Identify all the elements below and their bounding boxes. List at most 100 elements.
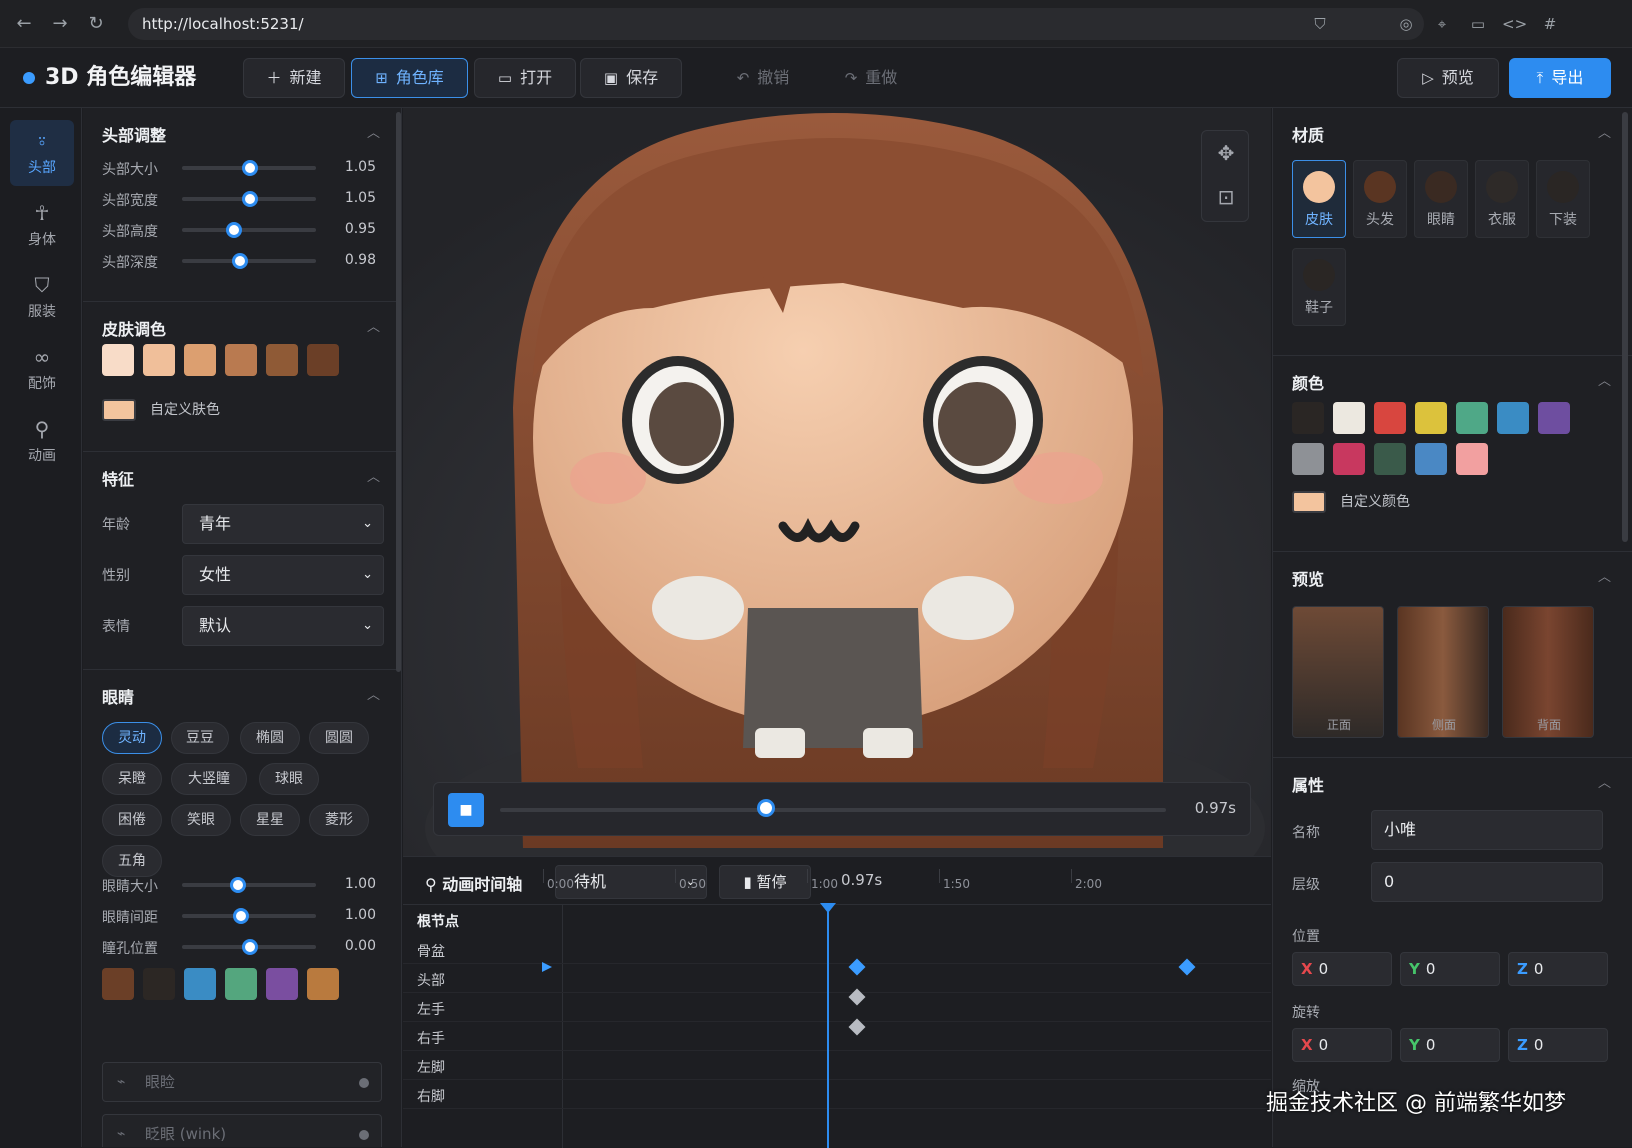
back-arrow-icon[interactable]: ← [12,12,36,36]
slider-thumb[interactable] [242,939,259,955]
eye-style-chip[interactable]: 呆瞪 [102,763,162,795]
nav-body[interactable]: ☥ 身体 [10,192,74,258]
custom-color-box[interactable] [102,399,136,421]
eye-style-chip[interactable]: 球眼 [259,763,319,795]
pointer-icon[interactable]: ⌖ [1430,12,1454,36]
eye-style-chip[interactable]: 菱形 [309,804,369,836]
slider-thumb[interactable] [231,253,248,269]
name-input[interactable]: 小唯 [1371,810,1603,850]
wink-toggle[interactable]: ⌁ 眨眼 (wink) [102,1114,382,1147]
position-z[interactable]: Z0 [1508,952,1608,986]
eye-style-chip[interactable]: 星星 [240,804,300,836]
nav-clothing[interactable]: ⛉ 服装 [10,264,74,330]
slider-thumb[interactable] [232,908,249,924]
open-button[interactable]: ▭ 打开 [474,58,576,98]
eye-color-swatch[interactable] [102,968,134,1000]
preview-front[interactable]: 正面 [1292,606,1384,738]
shield-icon[interactable]: ⛉ [1308,12,1332,36]
skin-swatch[interactable] [225,344,257,376]
feature-select[interactable]: 默认 ⌄ [182,606,384,646]
skin-swatch[interactable] [307,344,339,376]
collapse-chevron-icon[interactable]: ︿ [1598,566,1611,585]
color-swatch[interactable] [1456,402,1488,434]
rotation-x[interactable]: X0 [1292,1028,1392,1062]
color-swatch[interactable] [1333,443,1365,475]
pause-button[interactable]: ▮ 暂停 [719,865,811,899]
collapse-chevron-icon[interactable]: ︿ [1598,370,1611,389]
forward-arrow-icon[interactable]: → [48,12,72,36]
feature-select[interactable]: 女性 ⌄ [182,555,384,595]
reload-icon[interactable]: ↻ [84,12,108,36]
skin-swatch[interactable] [102,344,134,376]
collapse-chevron-icon[interactable]: ︿ [1598,772,1611,791]
slider-thumb[interactable] [226,222,243,238]
playhead[interactable] [827,905,829,1148]
right-scrollbar[interactable] [1622,112,1628,542]
undo-button[interactable]: ↶ 撤销 [712,58,814,98]
collapse-chevron-icon[interactable]: ︿ [367,466,380,485]
skin-swatch[interactable] [184,344,216,376]
track-row[interactable]: 右脚 [403,1080,1271,1109]
slider-track[interactable] [182,883,316,887]
skin-swatch[interactable] [266,344,298,376]
material-item[interactable]: 下装 [1536,160,1590,238]
track-row[interactable]: 左脚 [403,1051,1271,1080]
compass-icon[interactable]: ◎ [1394,12,1418,36]
eye-style-chip[interactable]: 椭圆 [240,722,300,754]
color-swatch[interactable] [1538,402,1570,434]
nav-head[interactable]: ⍤ 头部 [10,120,74,186]
eye-color-swatch[interactable] [184,968,216,1000]
preview-side[interactable]: 侧面 [1397,606,1489,738]
layer-input[interactable]: 0 [1371,862,1603,902]
frame-icon[interactable]: ⊡ [1202,175,1250,219]
track-row[interactable]: 骨盆 [403,935,1271,964]
track-row[interactable]: 左手 [403,993,1271,1022]
color-swatch[interactable] [1415,443,1447,475]
feature-select[interactable]: 青年 ⌄ [182,504,384,544]
custom-color-box[interactable] [1292,491,1326,513]
slider-thumb[interactable] [242,160,259,176]
material-item[interactable]: 眼睛 [1414,160,1468,238]
material-item[interactable]: 衣服 [1475,160,1529,238]
rotation-y[interactable]: Y0 [1400,1028,1500,1062]
preview-back[interactable]: 背面 [1502,606,1594,738]
eye-style-chip[interactable]: 圆圆 [309,722,369,754]
slider-thumb[interactable] [242,191,259,207]
preview-button[interactable]: ▷ 预览 [1397,58,1499,98]
position-y[interactable]: Y0 [1400,952,1500,986]
color-swatch[interactable] [1374,443,1406,475]
nav-accessories[interactable]: ∞ 配饰 [10,336,74,402]
hash-icon[interactable]: # [1538,12,1562,36]
custom-skin-color[interactable]: 自定义肤色 [102,398,252,422]
collapse-chevron-icon[interactable]: ︿ [367,122,380,141]
new-button[interactable]: ＋新建 [243,58,345,98]
playback-thumb[interactable] [757,799,776,817]
eye-color-swatch[interactable] [307,968,339,1000]
eye-color-swatch[interactable] [143,968,175,1000]
move-icon[interactable]: ✥ [1202,131,1250,175]
eyelid-toggle[interactable]: ⌁ 眼睑 [102,1062,382,1102]
color-swatch[interactable] [1292,402,1324,434]
nav-animation[interactable]: ⚲ 动画 [10,408,74,474]
stop-button[interactable]: ■ [448,793,484,827]
color-swatch[interactable] [1292,443,1324,475]
position-x[interactable]: X0 [1292,952,1392,986]
track-row[interactable]: 右手 [403,1022,1271,1051]
collapse-chevron-icon[interactable]: ︿ [367,316,380,335]
eye-style-chip[interactable]: 豆豆 [171,722,229,754]
code-icon[interactable]: <> [1502,12,1527,36]
eye-color-swatch[interactable] [266,968,298,1000]
3d-viewport[interactable]: ✥ ⊡ [403,108,1271,856]
eye-color-swatch[interactable] [225,968,257,1000]
track-row[interactable]: 头部 [403,964,1271,993]
slider-track[interactable] [182,914,316,918]
color-swatch[interactable] [1374,402,1406,434]
address-bar[interactable]: http://localhost:5231/ [128,8,1424,40]
color-swatch[interactable] [1415,402,1447,434]
playback-track[interactable] [500,808,1166,812]
color-swatch[interactable] [1456,443,1488,475]
playhead-cap[interactable] [820,903,836,913]
material-item[interactable]: 鞋子 [1292,248,1346,326]
rotation-z[interactable]: Z0 [1508,1028,1608,1062]
eye-style-chip[interactable]: 大竖瞳 [171,763,247,795]
